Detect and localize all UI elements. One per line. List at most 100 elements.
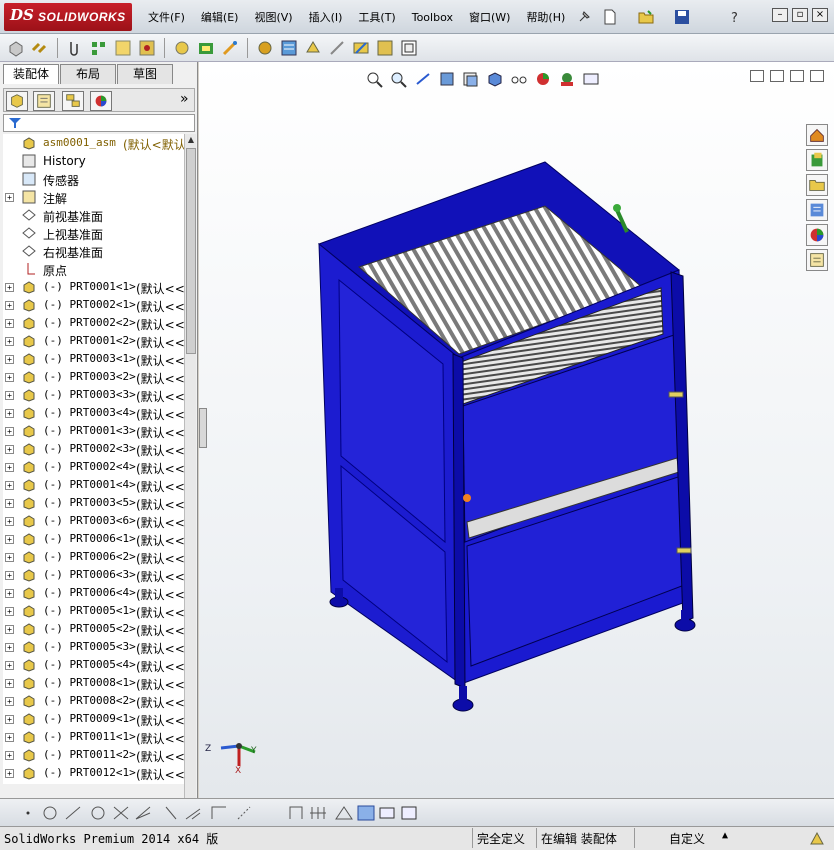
feature-tree-tab-icon[interactable] [6,91,28,111]
expand-toggle[interactable]: + [5,355,14,364]
expand-toggle[interactable]: + [5,625,14,634]
tree-part-row[interactable]: + (-) PRT0001<2>(默认<<默 [3,332,184,350]
close-button[interactable]: × [812,8,828,22]
expand-toggle[interactable]: + [5,661,14,670]
tree-part-row[interactable]: + (-) PRT0005<1>(默认<<默 [3,602,184,620]
tree-part-row[interactable]: + (-) PRT0003<4>(默认<<默 [3,404,184,422]
expand-toggle[interactable]: + [5,499,14,508]
expand-toggle[interactable]: + [5,301,14,310]
expand-toggle[interactable]: + [5,715,14,724]
linear-pattern-icon[interactable] [89,38,109,58]
restore-button[interactable]: ▫ [792,8,808,22]
tree-part-row[interactable]: + (-) PRT0003<5>(默认<<默 [3,494,184,512]
bill-of-materials-icon[interactable] [279,38,299,58]
filter-icon[interactable] [8,116,22,130]
expand-toggle[interactable]: + [5,769,14,778]
units-dropdown-icon[interactable]: ▲ [722,830,728,841]
new-motion-study-icon[interactable] [255,38,275,58]
rebuild-indicator-icon[interactable] [808,830,826,848]
cabinet-model-view[interactable] [199,62,834,798]
menu-tools[interactable]: 工具(T) [350,9,403,25]
expand-toggle[interactable]: + [5,391,14,400]
tree-part-row[interactable]: + (-) PRT0002<3>(默认<<默 [3,440,184,458]
tree-feature-0[interactable]: History [3,152,184,170]
expand-toggle[interactable]: + [5,643,14,652]
expand-toggle[interactable]: + [5,337,14,346]
minimize-button[interactable]: – [772,8,788,22]
configuration-manager-tab-icon[interactable] [62,91,84,111]
tree-part-row[interactable]: + (-) PRT0006<2>(默认<<默 [3,548,184,566]
tree-part-row[interactable]: + (-) PRT0002<4>(默认<<默 [3,458,184,476]
paperclip-icon[interactable] [65,38,85,58]
help-icon[interactable]: ? [728,9,744,25]
move-component-icon[interactable] [137,38,157,58]
menu-window[interactable]: 窗口(W) [461,9,518,25]
tree-part-row[interactable]: + (-) PRT0005<3>(默认<<默 [3,638,184,656]
scrollbar-thumb[interactable] [186,148,196,354]
expand-toggle[interactable]: + [5,283,14,292]
tree-part-row[interactable]: + (-) PRT0006<4>(默认<<默 [3,584,184,602]
tree-part-row[interactable]: + (-) PRT0005<2>(默认<<默 [3,620,184,638]
tab-layout[interactable]: 布局 [60,64,116,84]
tree-scrollbar[interactable]: ▲ ▼ [184,134,196,840]
menu-edit[interactable]: 编辑(E) [193,9,247,25]
expand-toggle[interactable]: + [5,409,14,418]
expand-toggle[interactable]: + [5,535,14,544]
insert-component-icon[interactable] [6,38,26,58]
tree-feature-5[interactable]: 右视基准面 [3,242,184,260]
show-hidden-icon[interactable] [172,38,192,58]
menu-toolbox[interactable]: Toolbox [404,11,461,24]
save-icon[interactable] [674,9,690,25]
tab-sketch[interactable]: 草图 [117,64,173,84]
tree-part-row[interactable]: + (-) PRT0006<3>(默认<<默 [3,566,184,584]
tree-part-row[interactable]: + (-) PRT0006<1>(默认<<默 [3,530,184,548]
tree-feature-3[interactable]: 前视基准面 [3,206,184,224]
tab-assembly[interactable]: 装配体 [3,64,59,84]
menu-file[interactable]: 文件(F) [140,9,193,25]
tree-part-row[interactable]: + (-) PRT0002<2>(默认<<默 [3,314,184,332]
expand-toggle[interactable]: + [5,373,14,382]
expand-toggle[interactable]: + [5,463,14,472]
tree-part-row[interactable]: + (-) PRT0011<2>(默认<<默 [3,746,184,764]
display-manager-tab-icon[interactable] [90,91,112,111]
tree-part-row[interactable]: + (-) PRT0003<6>(默认<<默 [3,512,184,530]
expand-tabs-icon[interactable]: » [180,91,189,107]
scroll-up-arrow[interactable]: ▲ [185,134,197,146]
tree-part-row[interactable]: + (-) PRT0012<1>(默认<<默 [3,764,184,782]
menu-view[interactable]: 视图(V) [246,9,300,25]
pin-icon[interactable] [576,9,592,25]
expand-toggle[interactable]: + [5,481,14,490]
expand-toggle[interactable]: + [5,193,14,202]
tree-part-row[interactable]: + (-) PRT0009<1>(默认<<默 [3,710,184,728]
explode-line-sketch-icon[interactable] [327,38,347,58]
tree-part-row[interactable]: + (-) PRT0001<3>(默认<<默 [3,422,184,440]
assembly-features-icon[interactable] [196,38,216,58]
reference-geometry-icon[interactable] [220,38,240,58]
menu-help[interactable]: 帮助(H) [518,9,573,25]
expand-toggle[interactable]: + [5,589,14,598]
expand-toggle[interactable]: + [5,607,14,616]
new-document-icon[interactable] [602,9,618,25]
menu-insert[interactable]: 插入(I) [301,9,351,25]
graphics-area[interactable]: Z Y X [199,62,834,798]
tree-part-row[interactable]: + (-) PRT0003<1>(默认<<默 [3,350,184,368]
feature-filter[interactable] [3,114,195,132]
clearance-verification-icon[interactable] [375,38,395,58]
hole-alignment-icon[interactable] [399,38,419,58]
tree-root-assembly[interactable]: asm0001_asm (默认<默认_ [3,134,184,152]
tree-part-row[interactable]: + (-) PRT0005<4>(默认<<默 [3,656,184,674]
tree-feature-2[interactable]: + 注解 [3,188,184,206]
smart-fasteners-icon[interactable] [113,38,133,58]
tree-part-row[interactable]: + (-) PRT0008<2>(默认<<默 [3,692,184,710]
property-manager-tab-icon[interactable] [33,91,55,111]
solidworks-logo[interactable]: DS SOLIDWORKS [4,3,132,31]
expand-toggle[interactable]: + [5,427,14,436]
tree-feature-1[interactable]: 传感器 [3,170,184,188]
expand-toggle[interactable]: + [5,445,14,454]
tree-part-row[interactable]: + (-) PRT0001<4>(默认<<默 [3,476,184,494]
expand-toggle[interactable]: + [5,697,14,706]
tree-part-row[interactable]: + (-) PRT0003<3>(默认<<默 [3,386,184,404]
sketch-tool-icons[interactable] [6,803,436,823]
tree-part-row[interactable]: + (-) PRT0008<1>(默认<<默 [3,674,184,692]
open-folder-icon[interactable] [638,9,654,25]
